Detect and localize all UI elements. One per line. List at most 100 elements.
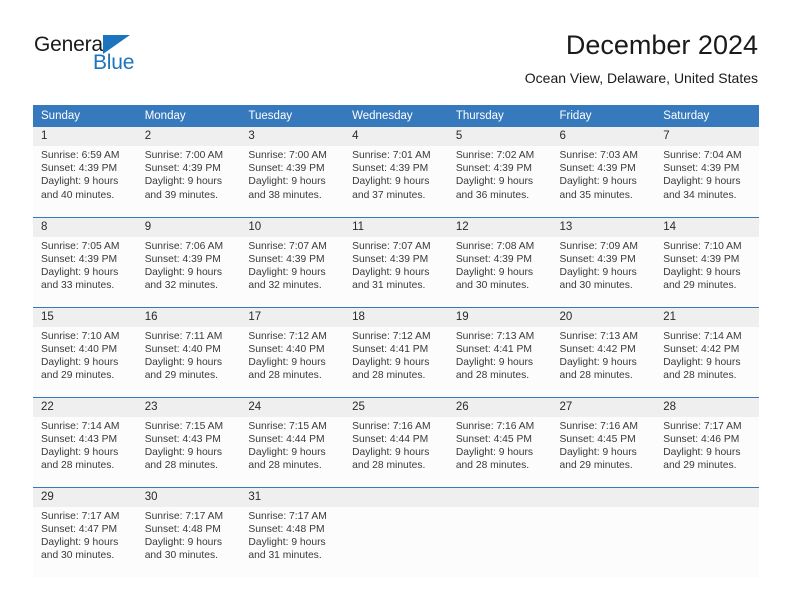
day-cell-13[interactable]: 13 Sunrise: 7:09 AM Sunset: 4:39 PM Dayligh… bbox=[551, 217, 656, 307]
day-number: 4 bbox=[344, 127, 448, 146]
sunrise-time: Sunrise: 7:15 AM bbox=[144, 420, 224, 432]
day-cell-empty bbox=[447, 487, 552, 577]
day-cell-24[interactable]: 24 Sunrise: 7:15 AM Sunset: 4:44 PM Dayligh… bbox=[240, 397, 345, 487]
sunrise-time: Sunrise: 7:13 AM bbox=[455, 330, 535, 342]
day-cell-29[interactable]: 29 Sunrise: 7:17 AM Sunset: 4:47 PM Dayligh… bbox=[33, 487, 137, 577]
calendar-page: General Blue December 2024 Ocean View, D… bbox=[0, 0, 792, 612]
calendar-week-row: 1 Sunrise: 6:59 AM Sunset: 4:39 PM Daylight… bbox=[33, 127, 759, 217]
daylight-duration-line2: and 40 minutes. bbox=[41, 189, 115, 201]
day-cell-8[interactable]: 8 Sunrise: 7:05 AM Sunset: 4:39 PM Daylight… bbox=[33, 217, 137, 307]
day-cell-2[interactable]: 2 Sunrise: 7:00 AM Sunset: 4:39 PM Daylight… bbox=[136, 127, 241, 217]
day-number bbox=[447, 487, 552, 507]
daylight-duration-line1: Daylight: 9 hours bbox=[352, 356, 430, 368]
daylight-duration-line1: Daylight: 9 hours bbox=[352, 176, 430, 188]
day-cell-19[interactable]: 19 Sunrise: 7:13 AM Sunset: 4:41 PM Dayligh… bbox=[447, 307, 552, 397]
daylight-duration-line2: and 29 minutes. bbox=[663, 280, 737, 292]
daylight-duration-line2: and 28 minutes. bbox=[352, 370, 426, 382]
daylight-duration-line2: and 31 minutes. bbox=[352, 280, 426, 292]
calendar-cell: 30 Sunrise: 7:17 AM Sunset: 4:48 PM Dayligh… bbox=[136, 486, 241, 577]
sunset-time: Sunset: 4:41 PM bbox=[455, 343, 532, 355]
daylight-duration-line1: Daylight: 9 hours bbox=[41, 446, 119, 458]
day-cell-9[interactable]: 9 Sunrise: 7:06 AM Sunset: 4:39 PM Daylight… bbox=[136, 217, 241, 307]
sunset-time: Sunset: 4:39 PM bbox=[455, 163, 532, 175]
day-number: 10 bbox=[240, 217, 345, 237]
calendar-cell bbox=[655, 486, 759, 577]
daylight-duration-line1: Daylight: 9 hours bbox=[455, 176, 534, 188]
day-cell-empty bbox=[344, 487, 448, 577]
sunrise-time: Sunrise: 7:06 AM bbox=[144, 240, 224, 252]
day-cell-5[interactable]: 5 Sunrise: 7:02 AM Sunset: 4:39 PM Daylight… bbox=[447, 127, 552, 217]
sunset-time: Sunset: 4:45 PM bbox=[559, 433, 636, 445]
calendar-cell: 1 Sunrise: 6:59 AM Sunset: 4:39 PM Daylight… bbox=[33, 127, 137, 217]
day-cell-20[interactable]: 20 Sunrise: 7:13 AM Sunset: 4:42 PM Dayligh… bbox=[551, 307, 656, 397]
day-cell-6[interactable]: 6 Sunrise: 7:03 AM Sunset: 4:39 PM Daylight… bbox=[551, 127, 656, 217]
daylight-duration-line1: Daylight: 9 hours bbox=[248, 266, 326, 278]
sunset-time: Sunset: 4:39 PM bbox=[144, 163, 221, 175]
day-cell-17[interactable]: 17 Sunrise: 7:12 AM Sunset: 4:40 PM Dayligh… bbox=[240, 307, 345, 397]
day-cell-16[interactable]: 16 Sunrise: 7:11 AM Sunset: 4:40 PM Dayligh… bbox=[136, 307, 241, 397]
day-cell-26[interactable]: 26 Sunrise: 7:16 AM Sunset: 4:45 PM Dayligh… bbox=[447, 397, 552, 487]
sunset-time: Sunset: 4:46 PM bbox=[663, 433, 740, 445]
daylight-duration-line1: Daylight: 9 hours bbox=[248, 446, 326, 458]
day-details: Sunrise: 7:11 AM Sunset: 4:40 PM Daylight:… bbox=[137, 327, 241, 383]
daylight-duration-line2: and 29 minutes. bbox=[41, 370, 115, 382]
day-number: 21 bbox=[655, 307, 759, 327]
day-cell-23[interactable]: 23 Sunrise: 7:15 AM Sunset: 4:43 PM Dayligh… bbox=[136, 397, 241, 487]
day-cell-10[interactable]: 10 Sunrise: 7:07 AM Sunset: 4:39 PM Dayligh… bbox=[240, 217, 345, 307]
weekday-header-wednesday: Wednesday bbox=[344, 105, 448, 127]
day-details: Sunrise: 7:09 AM Sunset: 4:39 PM Daylight:… bbox=[552, 237, 656, 293]
day-cell-31[interactable]: 31 Sunrise: 7:17 AM Sunset: 4:48 PM Dayligh… bbox=[240, 487, 345, 577]
daylight-duration-line2: and 36 minutes. bbox=[455, 189, 530, 201]
day-number bbox=[551, 487, 656, 507]
day-number: 6 bbox=[551, 127, 656, 146]
day-cell-28[interactable]: 28 Sunrise: 7:17 AM Sunset: 4:46 PM Dayligh… bbox=[655, 397, 759, 487]
calendar-cell: 4 Sunrise: 7:01 AM Sunset: 4:39 PM Daylight… bbox=[344, 127, 448, 217]
daylight-duration-line1: Daylight: 9 hours bbox=[663, 176, 741, 188]
day-cell-12[interactable]: 12 Sunrise: 7:08 AM Sunset: 4:39 PM Dayligh… bbox=[447, 217, 552, 307]
day-details: Sunrise: 7:14 AM Sunset: 4:43 PM Daylight:… bbox=[33, 417, 137, 473]
day-cell-4[interactable]: 4 Sunrise: 7:01 AM Sunset: 4:39 PM Daylight… bbox=[344, 127, 448, 217]
day-number: 20 bbox=[551, 307, 656, 327]
day-cell-21[interactable]: 21 Sunrise: 7:14 AM Sunset: 4:42 PM Dayligh… bbox=[655, 307, 759, 397]
calendar-cell: 13 Sunrise: 7:09 AM Sunset: 4:39 PM Dayligh… bbox=[551, 216, 656, 307]
daylight-duration-line1: Daylight: 9 hours bbox=[144, 446, 222, 458]
day-cell-1[interactable]: 1 Sunrise: 6:59 AM Sunset: 4:39 PM Daylight… bbox=[33, 127, 137, 217]
sunset-time: Sunset: 4:40 PM bbox=[41, 343, 118, 355]
calendar-week-row: 29 Sunrise: 7:17 AM Sunset: 4:47 PM Dayligh… bbox=[33, 486, 759, 577]
sunset-time: Sunset: 4:43 PM bbox=[41, 433, 118, 445]
day-cell-27[interactable]: 27 Sunrise: 7:16 AM Sunset: 4:45 PM Dayligh… bbox=[551, 397, 656, 487]
day-number: 29 bbox=[33, 487, 137, 507]
day-cell-14[interactable]: 14 Sunrise: 7:10 AM Sunset: 4:39 PM Dayligh… bbox=[655, 217, 759, 307]
day-cell-15[interactable]: 15 Sunrise: 7:10 AM Sunset: 4:40 PM Dayligh… bbox=[33, 307, 137, 397]
daylight-duration-line2: and 39 minutes. bbox=[144, 189, 218, 201]
day-cell-7[interactable]: 7 Sunrise: 7:04 AM Sunset: 4:39 PM Daylight… bbox=[655, 127, 759, 217]
sunrise-time: Sunrise: 7:05 AM bbox=[41, 240, 120, 252]
daylight-duration-line2: and 32 minutes. bbox=[144, 280, 218, 292]
calendar-cell: 3 Sunrise: 7:00 AM Sunset: 4:39 PM Daylight… bbox=[240, 127, 345, 217]
day-cell-30[interactable]: 30 Sunrise: 7:17 AM Sunset: 4:48 PM Dayligh… bbox=[136, 487, 241, 577]
sunset-time: Sunset: 4:48 PM bbox=[248, 523, 325, 535]
weekday-header-tuesday: Tuesday bbox=[240, 105, 345, 127]
day-details: Sunrise: 7:08 AM Sunset: 4:39 PM Daylight:… bbox=[448, 237, 552, 293]
calendar-cell: 27 Sunrise: 7:16 AM Sunset: 4:45 PM Dayligh… bbox=[551, 396, 656, 487]
page-header: General Blue December 2024 Ocean View, D… bbox=[34, 28, 758, 96]
calendar-cell: 23 Sunrise: 7:15 AM Sunset: 4:43 PM Dayligh… bbox=[136, 396, 241, 487]
calendar-cell bbox=[447, 486, 552, 577]
day-number: 24 bbox=[240, 397, 345, 417]
day-number bbox=[655, 487, 759, 507]
day-cell-3[interactable]: 3 Sunrise: 7:00 AM Sunset: 4:39 PM Daylight… bbox=[240, 127, 345, 217]
day-cell-11[interactable]: 11 Sunrise: 7:07 AM Sunset: 4:39 PM Dayligh… bbox=[344, 217, 448, 307]
day-details: Sunrise: 7:05 AM Sunset: 4:39 PM Daylight:… bbox=[33, 237, 137, 293]
weekday-header-friday: Friday bbox=[551, 105, 656, 127]
day-cell-25[interactable]: 25 Sunrise: 7:16 AM Sunset: 4:44 PM Dayligh… bbox=[344, 397, 448, 487]
day-cell-22[interactable]: 22 Sunrise: 7:14 AM Sunset: 4:43 PM Dayligh… bbox=[33, 397, 137, 487]
daylight-duration-line2: and 31 minutes. bbox=[248, 550, 322, 562]
sunrise-time: Sunrise: 7:14 AM bbox=[663, 330, 742, 342]
day-details bbox=[344, 507, 448, 510]
daylight-duration-line2: and 37 minutes. bbox=[352, 189, 426, 201]
sunrise-time: Sunrise: 7:08 AM bbox=[455, 240, 535, 252]
day-details bbox=[552, 507, 656, 510]
day-cell-18[interactable]: 18 Sunrise: 7:12 AM Sunset: 4:41 PM Dayligh… bbox=[344, 307, 448, 397]
sunset-time: Sunset: 4:39 PM bbox=[663, 163, 740, 175]
day-details: Sunrise: 6:59 AM Sunset: 4:39 PM Daylight:… bbox=[33, 146, 137, 202]
